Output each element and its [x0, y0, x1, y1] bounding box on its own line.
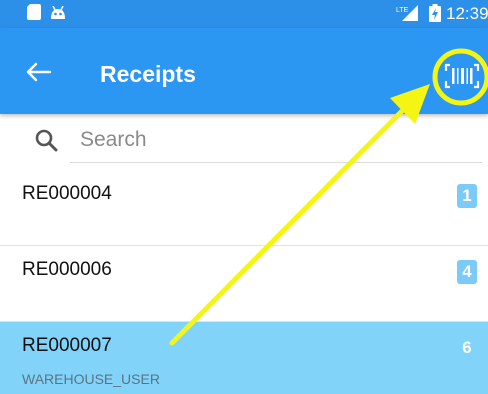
- receipt-id: RE000007: [22, 335, 112, 356]
- receipts-screen: LTE 12:39 Receipts Search RE000004 1 RE0…: [0, 0, 488, 394]
- search-underline: [70, 162, 482, 163]
- receipt-id: RE000006: [22, 259, 112, 280]
- search-bar: [0, 114, 488, 170]
- sd-card-icon: [27, 4, 41, 20]
- android-icon: [51, 6, 65, 19]
- receipt-list-item-selected[interactable]: RE000007 WAREHOUSE_USER 6: [0, 322, 488, 394]
- receipt-user: WAREHOUSE_USER: [22, 371, 160, 387]
- search-input[interactable]: [80, 125, 460, 155]
- receipt-list-item[interactable]: RE000004 1: [0, 170, 488, 246]
- app-bar: Receipts: [0, 28, 488, 114]
- receipt-id: RE000004: [22, 183, 112, 204]
- status-bar: LTE 12:39: [0, 0, 488, 28]
- back-arrow-icon[interactable]: [18, 52, 62, 92]
- item-count-badge: 1: [457, 184, 477, 208]
- battery-charging-icon: [429, 4, 441, 22]
- status-time: 12:39: [446, 4, 488, 23]
- item-count-badge: 4: [457, 260, 477, 284]
- receipt-list-item[interactable]: RE000006 4: [0, 246, 488, 322]
- item-count-badge: 6: [462, 338, 472, 357]
- search-icon: [35, 129, 58, 152]
- page-title: Receipts: [100, 61, 196, 87]
- lte-signal-icon: LTE: [396, 5, 418, 21]
- lte-label: LTE: [396, 7, 409, 14]
- barcode-scan-icon[interactable]: [444, 62, 480, 90]
